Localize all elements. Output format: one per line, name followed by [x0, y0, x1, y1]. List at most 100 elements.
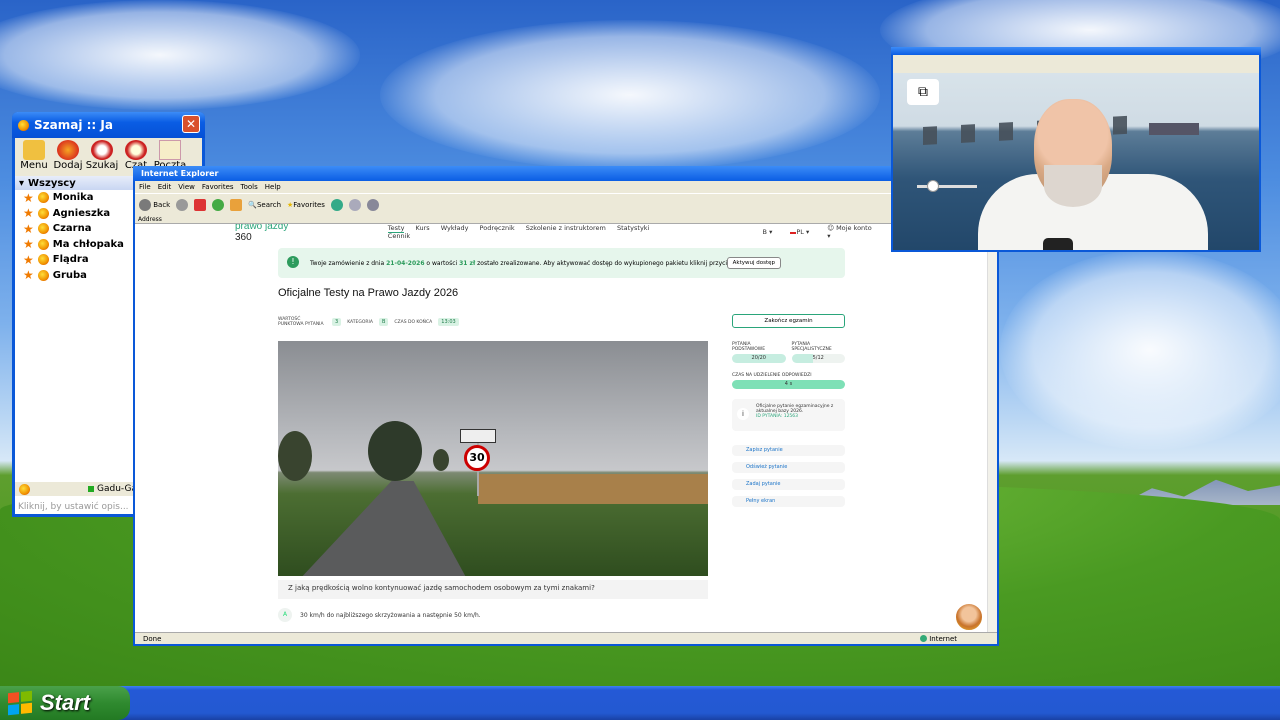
description-field[interactable]: Kliknij, by ustawić opis...	[18, 502, 129, 512]
print-icon[interactable]	[366, 198, 379, 211]
contact-name: Monika	[52, 192, 94, 204]
mail-icon[interactable]	[348, 198, 361, 211]
back-arrow-icon	[139, 198, 151, 211]
forward-arrow-icon[interactable]	[176, 198, 189, 211]
close-icon[interactable]: ✕	[182, 115, 200, 133]
status-icon	[37, 269, 49, 281]
nav-wyklady[interactable]: Wykłady	[441, 224, 469, 232]
site-nav: prawo jazdy 360 Testy Kurs Wykłady Podrę…	[235, 224, 877, 243]
answer-option[interactable]: A 30 km/h do najbliższego skrzyżowania a…	[278, 608, 481, 622]
special-questions-label: PYTANIA SPECJALISTYCZNE	[791, 342, 832, 352]
end-exam-button[interactable]: Zakończ egzamin	[732, 314, 845, 328]
slider-knob[interactable]	[927, 180, 939, 192]
town-sign-icon	[460, 429, 496, 443]
tree	[368, 421, 422, 481]
tree	[433, 449, 449, 471]
ask-question-button[interactable]: Zadaj pytanie	[732, 479, 845, 490]
stop-icon[interactable]	[194, 198, 207, 211]
video-title-bar[interactable]	[891, 47, 1261, 55]
chat-icon	[125, 140, 147, 160]
category-label: KATEGORIA	[347, 319, 373, 325]
presenter	[978, 99, 1208, 250]
back-button[interactable]: Back	[139, 198, 171, 211]
category-select[interactable]: B ▾	[763, 228, 773, 236]
menu-favorites[interactable]: Favorites	[202, 183, 234, 191]
collapse-icon[interactable]: ▾	[19, 178, 24, 189]
status-icon	[37, 238, 49, 250]
activate-access-button[interactable]: Aktywuj dostęp	[726, 257, 781, 269]
language-select[interactable]: PL ▾	[790, 228, 809, 236]
menu-button[interactable]: Menu	[20, 140, 48, 174]
page-title: Oficjalne Testy na Prawo Jazdy 2026	[278, 287, 459, 299]
refresh-icon[interactable]	[212, 198, 225, 211]
search-icon	[91, 140, 113, 160]
volume-slider[interactable]	[917, 180, 977, 192]
nav-statystyki[interactable]: Statystyki	[617, 224, 649, 232]
nav-szkolenie[interactable]: Szkolenie z instruktorem	[525, 224, 606, 232]
menu-help[interactable]: Help	[265, 183, 281, 191]
nav-kurs[interactable]: Kurs	[416, 224, 430, 232]
gadu-title-bar[interactable]: Szamaj :: Ja	[12, 112, 205, 138]
road	[298, 481, 468, 576]
start-button[interactable]: Start	[0, 686, 130, 720]
menu-tools[interactable]: Tools	[241, 183, 258, 191]
ie-menu-bar: File Edit View Favorites Tools Help	[135, 181, 997, 193]
special-questions-bar: 5/12	[791, 354, 845, 363]
answer-time-bar: 4 s	[732, 380, 845, 389]
banner-amount: 31 zł	[459, 259, 476, 267]
category-value: B	[762, 228, 767, 236]
search-icon: 🔍	[248, 200, 257, 209]
save-question-button[interactable]: Zapisz pytanie	[732, 445, 845, 456]
menu-view[interactable]: View	[178, 183, 195, 191]
nav-cennik[interactable]: Cennik	[388, 232, 410, 240]
internet-explorer-window[interactable]: Internet Explorer File Edit View Favorit…	[133, 166, 999, 646]
home-icon[interactable]	[230, 198, 243, 211]
ie-toolbar: Back 🔍Search ★Favorites	[135, 193, 997, 215]
language-value: PL	[796, 228, 804, 236]
presenter-beard	[1044, 165, 1102, 207]
time-value: 13:03	[438, 318, 459, 326]
microphone	[1043, 238, 1073, 250]
star-icon: ★	[23, 252, 34, 267]
exit-pip-button[interactable]: ⧉	[907, 79, 939, 105]
address-bar[interactable]: Address	[135, 215, 997, 224]
vertical-scrollbar[interactable]	[987, 224, 997, 632]
refresh-question-button[interactable]: Odśwież pytanie	[732, 462, 845, 473]
favorites-button[interactable]: ★Favorites	[287, 201, 325, 209]
star-icon: ★	[23, 237, 34, 252]
banner-date: 21-04-2026	[386, 259, 425, 267]
menu-file[interactable]: File	[139, 183, 151, 191]
fullscreen-button[interactable]: Pełny ekran	[732, 496, 845, 507]
ie-title-bar[interactable]: Internet Explorer	[133, 166, 999, 181]
status-icon	[37, 207, 49, 219]
info-icon: i	[737, 408, 749, 420]
contact-name: Ma chłopaka	[52, 238, 124, 250]
star-icon: ★	[23, 268, 34, 283]
add-button[interactable]: Dodaj	[53, 140, 83, 174]
address-label: Address	[138, 215, 162, 223]
star-icon: ★	[23, 206, 34, 221]
cloud	[1000, 250, 1280, 450]
search-button[interactable]: 🔍Search	[248, 201, 281, 209]
search-button[interactable]: Szukaj	[86, 140, 118, 174]
status-done: Done	[143, 634, 162, 643]
video-window[interactable]: ⧉	[891, 47, 1261, 252]
speed-limit-sign: 30	[464, 445, 490, 471]
chat-avatar[interactable]	[954, 602, 984, 632]
web-page: prawo jazdy 360 Testy Kurs Wykłady Podrę…	[135, 224, 987, 632]
search-label: Search	[256, 200, 282, 209]
alert-icon: !	[287, 256, 299, 268]
menu-edit[interactable]: Edit	[158, 183, 172, 191]
nav-podrecznik[interactable]: Podręcznik	[480, 224, 515, 232]
account-menu[interactable]: ☺ Moje konto ▾	[827, 224, 877, 240]
status-icon	[37, 223, 49, 235]
media-icon[interactable]	[330, 198, 343, 211]
contact-name: Agnieszka	[52, 207, 111, 219]
zone-label: Internet	[929, 634, 957, 643]
banner-text-mid: o wartości	[424, 259, 460, 267]
banner-text-start: Twoje zamówienie z dnia	[310, 259, 387, 267]
tree	[278, 431, 312, 481]
ie-status-bar: Done Internet	[135, 632, 997, 644]
back-label: Back	[153, 200, 171, 209]
site-logo[interactable]: prawo jazdy 360	[235, 224, 308, 243]
